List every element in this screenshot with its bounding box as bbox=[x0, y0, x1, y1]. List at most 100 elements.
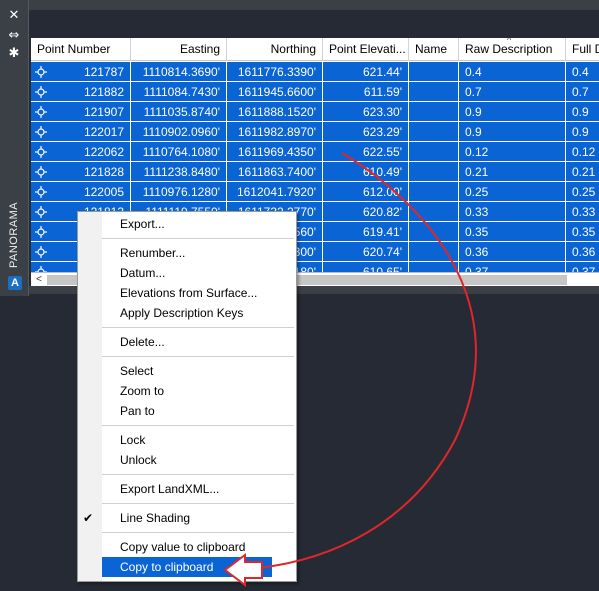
cell-raw-description[interactable]: 0.9 bbox=[459, 122, 566, 142]
cell-full-description[interactable]: 0.36 bbox=[566, 242, 599, 262]
menu-item-select[interactable]: Select bbox=[102, 361, 272, 381]
cell-name[interactable] bbox=[409, 142, 459, 162]
cell-easting[interactable]: 1110976.1280' bbox=[131, 182, 227, 202]
cell-full-description[interactable]: 0.12 bbox=[566, 142, 599, 162]
cell-elevation[interactable]: 611.59' bbox=[323, 82, 409, 102]
cell-elevation[interactable]: 620.82' bbox=[323, 202, 409, 222]
menu-item-apply-description-keys[interactable]: Apply Description Keys bbox=[102, 303, 272, 323]
cell-northing[interactable]: 1611982.8970' bbox=[227, 122, 323, 142]
cell-northing[interactable]: 1611969.4350' bbox=[227, 142, 323, 162]
cell-full-description[interactable]: 0.4 bbox=[566, 62, 599, 82]
cell-point-number[interactable]: 122017 bbox=[31, 122, 131, 142]
cell-elevation[interactable]: 623.29' bbox=[323, 122, 409, 142]
menu-item-copy-to-clipboard[interactable]: Copy to clipboard bbox=[102, 557, 272, 577]
cell-raw-description[interactable]: 0.9 bbox=[459, 102, 566, 122]
cell-raw-description[interactable]: 0.25 bbox=[459, 182, 566, 202]
table-row[interactable]: 121882 1111084.7430' 1611945.6600' 611.59' 0… bbox=[31, 82, 599, 102]
cell-elevation[interactable]: 621.44' bbox=[323, 62, 409, 82]
cell-easting[interactable]: 1110764.1080' bbox=[131, 142, 227, 162]
cell-elevation[interactable]: 623.30' bbox=[323, 102, 409, 122]
menu-item-elevations-from-surface[interactable]: Elevations from Surface... bbox=[102, 283, 272, 303]
menu-item-lock[interactable]: Lock bbox=[102, 430, 272, 450]
cell-point-number[interactable]: 122062 bbox=[31, 142, 131, 162]
cell-point-number[interactable]: 121907 bbox=[31, 102, 131, 122]
column-header-full-description[interactable]: Full D bbox=[566, 38, 599, 61]
menu-item-unlock[interactable]: Unlock bbox=[102, 450, 272, 470]
table-row[interactable]: 121787 1110814.3690' 1611776.3390' 621.44' 0… bbox=[31, 62, 599, 82]
close-icon[interactable]: ✕ bbox=[6, 8, 22, 24]
cell-northing[interactable]: 1611776.3390' bbox=[227, 62, 323, 82]
cell-northing[interactable]: 1611888.1520' bbox=[227, 102, 323, 122]
cell-name[interactable] bbox=[409, 202, 459, 222]
cell-point-number[interactable]: 121828 bbox=[31, 162, 131, 182]
cell-name[interactable] bbox=[409, 82, 459, 102]
cell-raw-description[interactable]: 0.33 bbox=[459, 202, 566, 222]
cell-northing[interactable]: 1611945.6600' bbox=[227, 82, 323, 102]
cell-full-description[interactable]: 0.33 bbox=[566, 202, 599, 222]
table-row[interactable]: 121907 1111035.8740' 1611888.1520' 623.30' 0… bbox=[31, 102, 599, 122]
cell-raw-description[interactable]: 0.12 bbox=[459, 142, 566, 162]
column-header-point-number[interactable]: Point Number bbox=[31, 38, 131, 61]
cell-elevation[interactable]: 622.55' bbox=[323, 142, 409, 162]
cell-easting[interactable]: 1111238.8480' bbox=[131, 162, 227, 182]
table-row[interactable]: 122005 1110976.1280' 1612041.7920' 612.00' 0… bbox=[31, 182, 599, 202]
cell-raw-description[interactable]: 0.4 bbox=[459, 62, 566, 82]
scroll-left-arrow-icon[interactable]: < bbox=[33, 273, 45, 287]
cell-point-number[interactable]: 122005 bbox=[31, 182, 131, 202]
menu-item-pan-to[interactable]: Pan to bbox=[102, 401, 272, 421]
cell-full-description[interactable]: 0.25 bbox=[566, 182, 599, 202]
cell-full-description[interactable]: 0.21 bbox=[566, 162, 599, 182]
cell-full-description[interactable]: 0.9 bbox=[566, 122, 599, 142]
cell-easting[interactable]: 1110814.3690' bbox=[131, 62, 227, 82]
column-header-raw-description[interactable]: Raw Description bbox=[459, 38, 566, 61]
cell-name[interactable] bbox=[409, 102, 459, 122]
cell-northing[interactable]: 1611863.7400' bbox=[227, 162, 323, 182]
menu-item-line-shading[interactable]: Line Shading bbox=[102, 508, 272, 528]
cell-full-description[interactable]: 0.37 bbox=[566, 262, 599, 272]
menu-item-zoom-to[interactable]: Zoom to bbox=[102, 381, 272, 401]
cell-name[interactable] bbox=[409, 62, 459, 82]
cell-name[interactable] bbox=[409, 162, 459, 182]
menu-item-datum[interactable]: Datum... bbox=[102, 263, 272, 283]
menu-item-export-landxml[interactable]: Export LandXML... bbox=[102, 479, 272, 499]
table-row[interactable]: 122062 1110764.1080' 1611969.4350' 622.55' 0… bbox=[31, 142, 599, 162]
cell-elevation[interactable]: 610.49' bbox=[323, 162, 409, 182]
cell-raw-description[interactable]: 0.35 bbox=[459, 222, 566, 242]
autohide-icon[interactable]: ⇔ bbox=[6, 28, 22, 44]
cell-point-number[interactable]: 121787 bbox=[31, 62, 131, 82]
cell-elevation[interactable]: 612.00' bbox=[323, 182, 409, 202]
cell-raw-description[interactable]: 0.37 bbox=[459, 262, 566, 272]
cell-raw-description[interactable]: 0.36 bbox=[459, 242, 566, 262]
column-header-elevation[interactable]: Point Elevati... bbox=[323, 38, 409, 61]
cell-name[interactable] bbox=[409, 222, 459, 242]
cell-easting[interactable]: 1111035.8740' bbox=[131, 102, 227, 122]
cell-full-description[interactable]: 0.7 bbox=[566, 82, 599, 102]
cell-point-number[interactable]: 121882 bbox=[31, 82, 131, 102]
menu-item-export[interactable]: Export... bbox=[102, 214, 272, 234]
cell-easting[interactable]: 1111084.7430' bbox=[131, 82, 227, 102]
cell-full-description[interactable]: 0.35 bbox=[566, 222, 599, 242]
cell-name[interactable] bbox=[409, 122, 459, 142]
sort-indicator-icon: ^ bbox=[507, 38, 512, 45]
menu-item-delete[interactable]: Delete... bbox=[102, 332, 272, 352]
cell-raw-description[interactable]: 0.21 bbox=[459, 162, 566, 182]
cell-raw-description[interactable]: 0.7 bbox=[459, 82, 566, 102]
cell-elevation[interactable]: 619.41' bbox=[323, 222, 409, 242]
column-header-easting[interactable]: Easting bbox=[131, 38, 227, 61]
column-header-northing[interactable]: Northing bbox=[227, 38, 323, 61]
table-row[interactable]: 122017 1110902.0960' 1611982.8970' 623.29' 0… bbox=[31, 122, 599, 142]
menu-item-copy-value-to-clipboard[interactable]: Copy value to clipboard bbox=[102, 537, 272, 557]
column-header-name[interactable]: Name bbox=[409, 38, 459, 61]
cell-name[interactable] bbox=[409, 242, 459, 262]
menu-item-renumber[interactable]: Renumber... bbox=[102, 243, 272, 263]
cell-easting[interactable]: 1110902.0960' bbox=[131, 122, 227, 142]
properties-icon[interactable]: ✱ bbox=[6, 46, 22, 62]
cell-name[interactable] bbox=[409, 182, 459, 202]
menu-separator bbox=[102, 474, 294, 475]
cell-elevation[interactable]: 610.65' bbox=[323, 262, 409, 272]
cell-name[interactable] bbox=[409, 262, 459, 272]
cell-elevation[interactable]: 620.74' bbox=[323, 242, 409, 262]
table-row[interactable]: 121828 1111238.8480' 1611863.7400' 610.49' 0… bbox=[31, 162, 599, 182]
cell-full-description[interactable]: 0.9 bbox=[566, 102, 599, 122]
cell-northing[interactable]: 1612041.7920' bbox=[227, 182, 323, 202]
